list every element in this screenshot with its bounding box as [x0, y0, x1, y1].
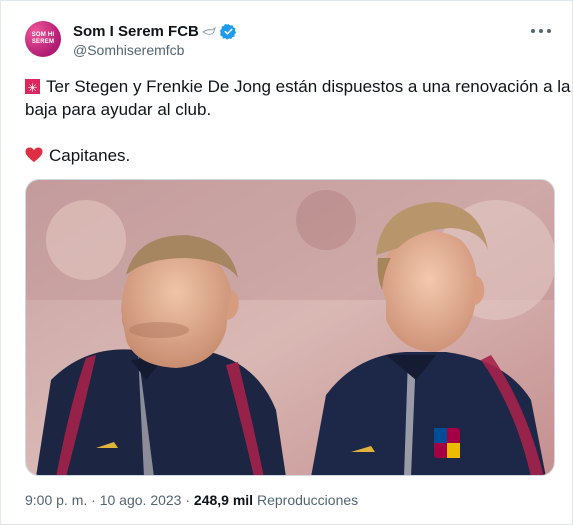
tweet-line-1: Ter Stegen y Frenkie De Jong están dispu…: [25, 75, 571, 100]
avatar-text-line2: SEREM: [31, 38, 55, 45]
avatar-text-line1: SOM HI: [31, 32, 55, 38]
avatar-logo-text: SOM HI SEREM: [25, 32, 61, 45]
views-count[interactable]: 248,9 mil: [194, 492, 253, 508]
tweet-text-line3: Capitanes.: [49, 146, 131, 165]
meta-separator: ·: [87, 492, 100, 508]
avatar[interactable]: SOM HI SEREM: [25, 21, 61, 57]
verified-badge-icon: [220, 23, 237, 40]
tweet-header: SOM HI SEREM Som I Serem FCB @Somhiserem…: [25, 21, 555, 61]
bird-icon: [201, 26, 216, 35]
siren-emoji-icon: [25, 77, 40, 100]
tweet-text-line1: Ter Stegen y Frenkie De Jong están dispu…: [46, 77, 571, 96]
author-handle[interactable]: @Somhiseremfcb: [73, 42, 237, 58]
tweet-card[interactable]: SOM HI SEREM Som I Serem FCB @Somhiserem…: [0, 0, 573, 525]
players-photo-image: [26, 180, 554, 475]
tweet-time[interactable]: 9:00 p. m.: [25, 492, 87, 508]
tweet-date[interactable]: 10 ago. 2023: [100, 492, 182, 508]
tweet-line-3: Capitanes.: [25, 144, 555, 167]
tweet-text-line2: baja para ayudar al club.: [25, 100, 212, 119]
red-heart-emoji-icon: [25, 147, 43, 162]
more-options-icon[interactable]: [531, 23, 551, 39]
meta-separator-2: ·: [181, 492, 194, 508]
author-names: Som I Serem FCB @Somhiseremfcb: [73, 21, 237, 58]
display-name[interactable]: Som I Serem FCB: [73, 23, 199, 40]
tweet-photo[interactable]: [25, 179, 555, 476]
tweet-text: Ter Stegen y Frenkie De Jong están dispu…: [25, 75, 571, 167]
tweet-meta: 9:00 p. m. · 10 ago. 2023 · 248,9 mil Re…: [25, 492, 358, 508]
views-label: Reproducciones: [256, 492, 359, 508]
